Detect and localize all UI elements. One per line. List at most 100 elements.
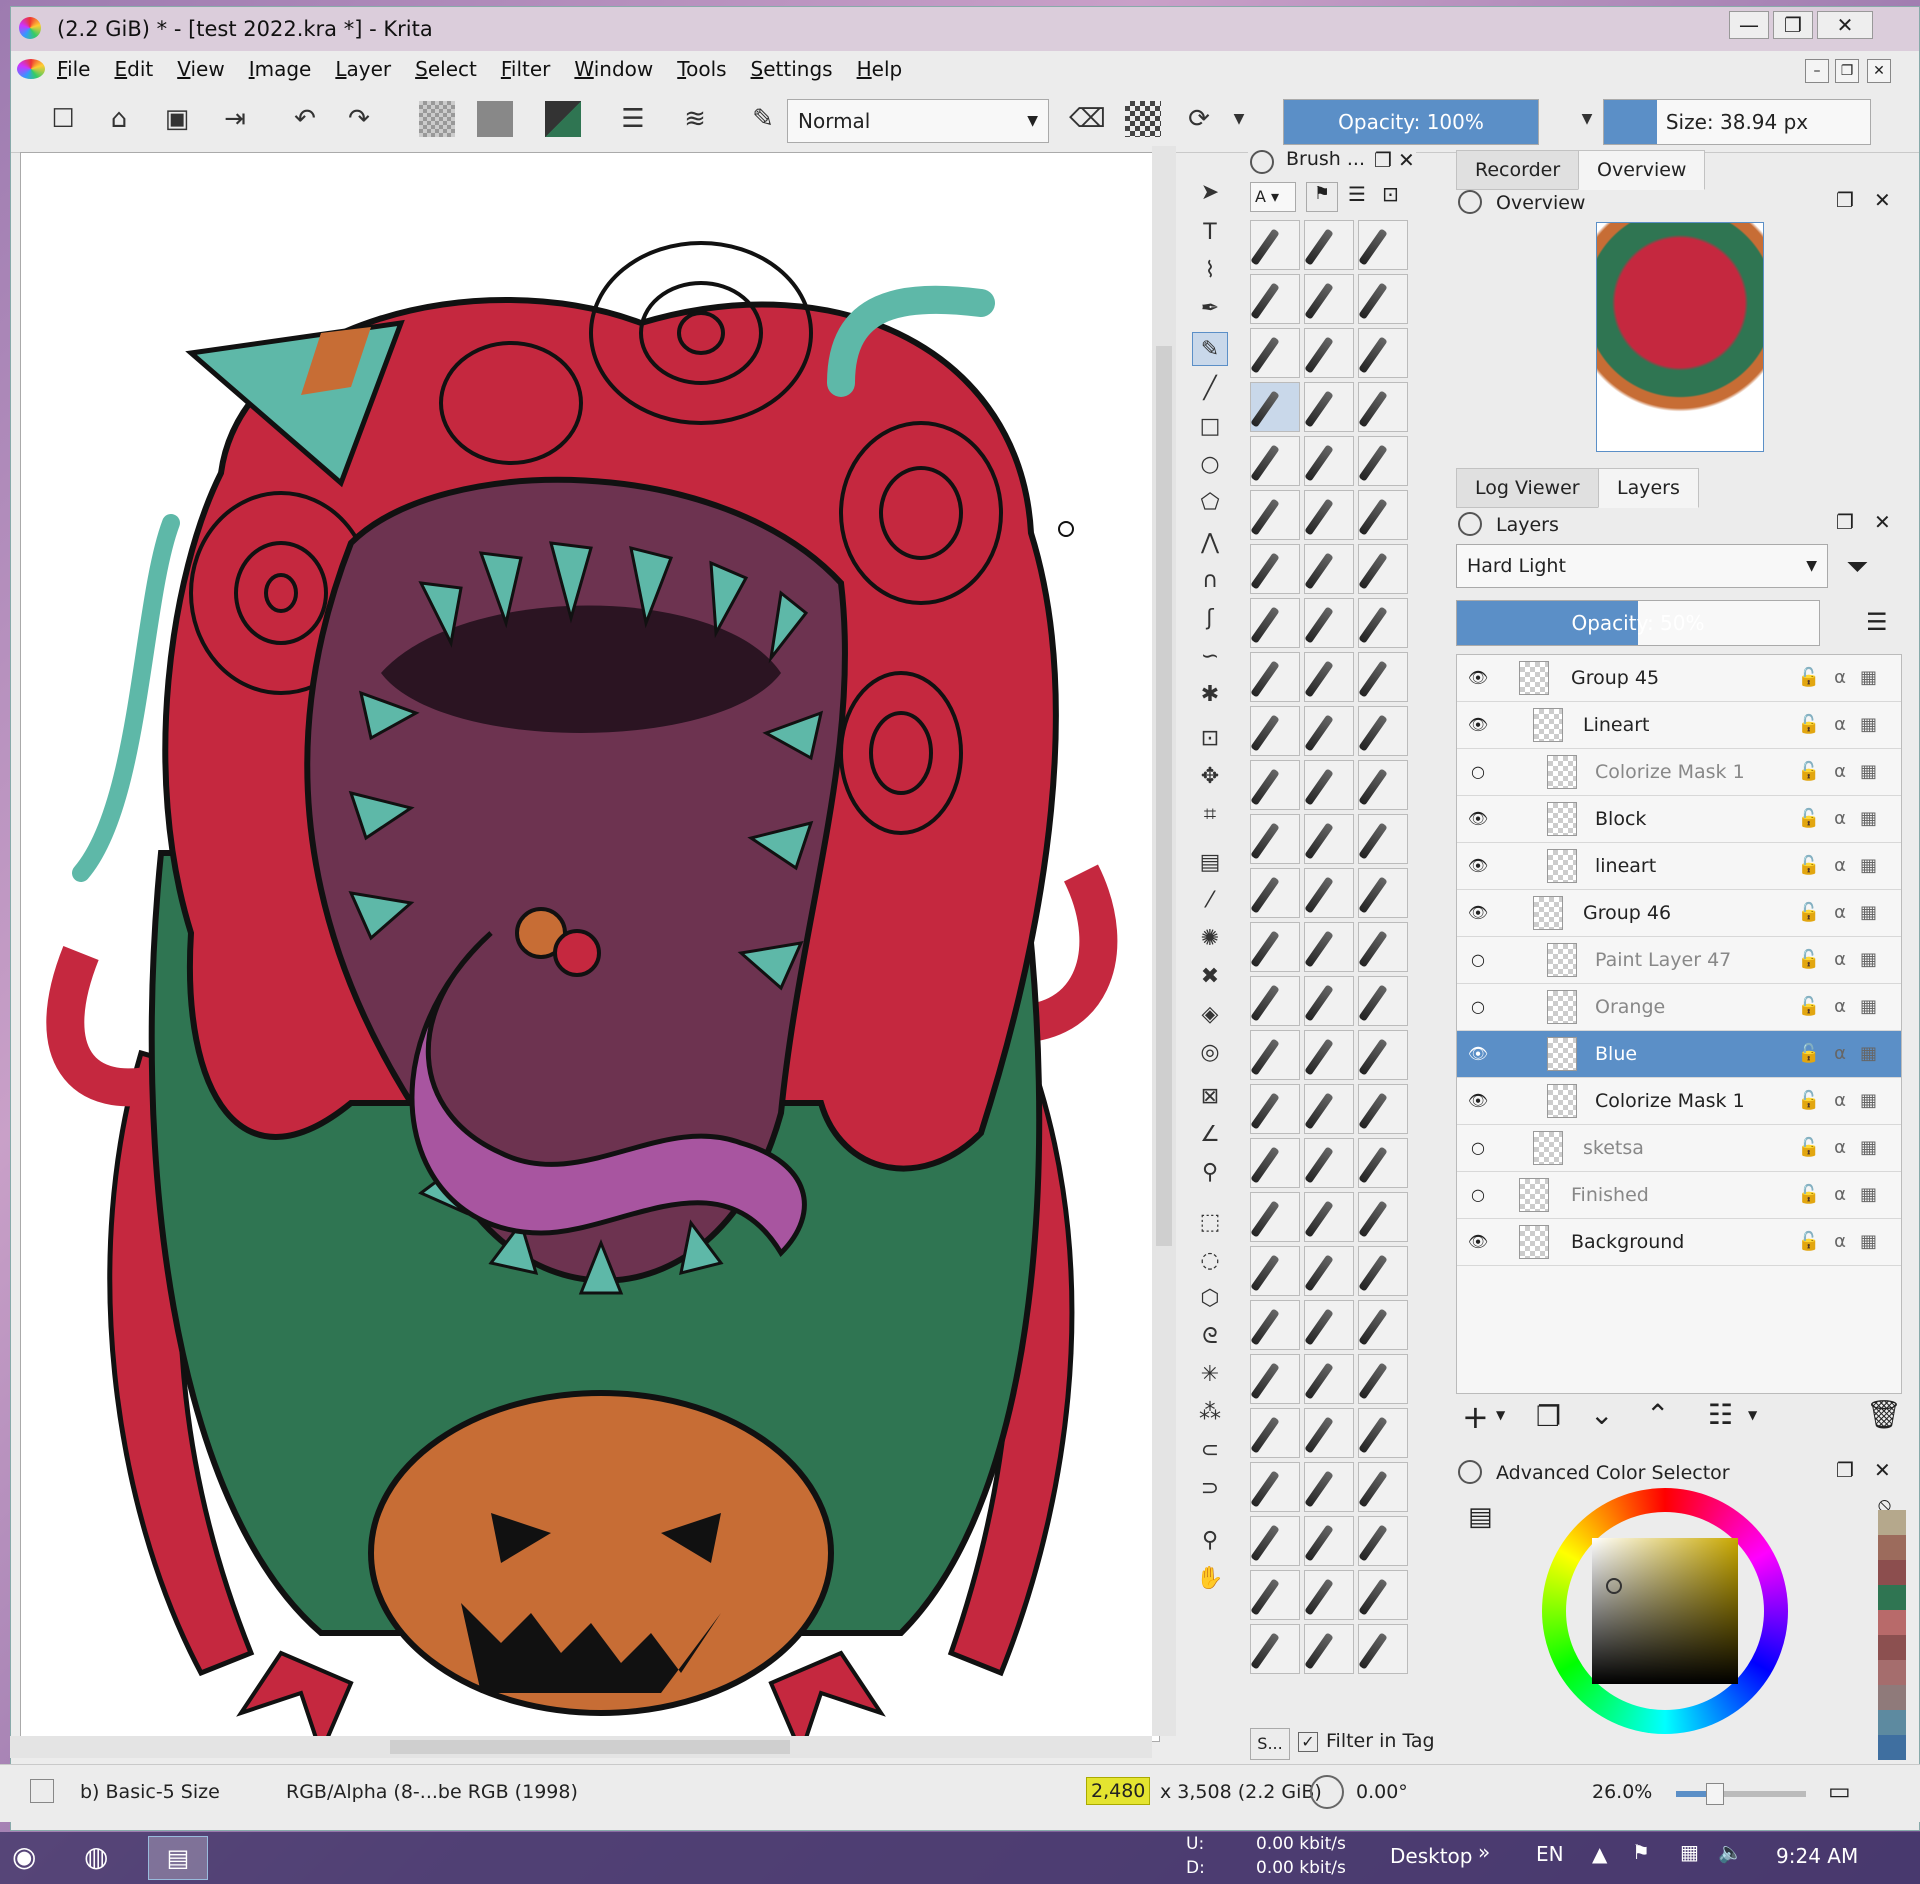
brush-preset[interactable]	[1358, 868, 1408, 918]
gradient-tool-icon[interactable]: ▤	[1192, 846, 1228, 880]
brush-preset[interactable]	[1358, 1300, 1408, 1350]
new-document-icon[interactable]: ☐	[45, 101, 81, 137]
layer-row[interactable]: ○ sketsa 🔓α▦	[1457, 1125, 1901, 1172]
layers-float-icon[interactable]: ❐	[1836, 510, 1854, 534]
select-shapes-icon[interactable]: ➤	[1192, 176, 1228, 210]
layer-row[interactable]: ○ Paint Layer 47 🔓α▦	[1457, 937, 1901, 984]
brush-preset[interactable]	[1304, 1138, 1354, 1188]
brush-preset[interactable]	[1304, 1030, 1354, 1080]
layer-lock-alpha-icons[interactable]: 🔓α▦	[1798, 890, 1891, 936]
brush-preset[interactable]	[1304, 1570, 1354, 1620]
color-history-swatch[interactable]	[1878, 1560, 1906, 1585]
color-history-swatch[interactable]	[1878, 1710, 1906, 1735]
tray-expand-icon[interactable]: ▲	[1592, 1842, 1607, 1866]
brush-preset[interactable]	[1250, 976, 1300, 1026]
lock-icon[interactable]	[1250, 150, 1274, 174]
rotation-icon[interactable]	[1310, 1775, 1344, 1809]
layer-lock-alpha-icons[interactable]: 🔓α▦	[1798, 1078, 1891, 1124]
layer-row[interactable]: 👁 lineart 🔓α▦	[1457, 843, 1901, 890]
tag-selector[interactable]: A ▾	[1250, 182, 1296, 212]
layer-lock-alpha-icons[interactable]: 🔓α▦	[1798, 1172, 1891, 1218]
layer-lock-alpha-icons[interactable]: 🔓α▦	[1798, 1125, 1891, 1171]
color-lock-icon[interactable]	[1458, 1460, 1482, 1484]
brush-preset[interactable]	[1304, 1408, 1354, 1458]
menu-file[interactable]: File	[45, 57, 102, 81]
brush-preset[interactable]	[1250, 1138, 1300, 1188]
fit-screen-icon[interactable]: ▭	[1828, 1777, 1851, 1805]
dynamic-brush-icon[interactable]: ∽	[1192, 640, 1228, 674]
layers-lock-icon[interactable]	[1458, 512, 1482, 536]
menu-help[interactable]: Help	[845, 57, 915, 81]
menu-edit[interactable]: Edit	[102, 57, 165, 81]
contiguous-select-icon[interactable]: ✳	[1192, 1358, 1228, 1392]
pan-tool-icon[interactable]: ✋	[1192, 1562, 1228, 1596]
menu-layer[interactable]: Layer	[323, 57, 403, 81]
reload-preset-icon[interactable]: ⟳	[1181, 101, 1217, 137]
freehand-select-icon[interactable]: ᘓ	[1192, 1320, 1228, 1354]
close-dock-icon[interactable]: ✕	[1398, 148, 1415, 172]
search-field[interactable]: S...	[1250, 1728, 1290, 1760]
color-history-swatch[interactable]	[1878, 1535, 1906, 1560]
brush-preset[interactable]	[1358, 814, 1408, 864]
brush-preset[interactable]	[1304, 328, 1354, 378]
overview-close-icon[interactable]: ✕	[1874, 188, 1891, 212]
layer-lock-alpha-icons[interactable]: 🔓α▦	[1798, 702, 1891, 748]
assistant-tool-icon[interactable]: ⊠	[1192, 1080, 1228, 1114]
layer-row[interactable]: 👁 Group 45 🔓α▦	[1457, 655, 1901, 702]
language-indicator[interactable]: EN	[1536, 1842, 1564, 1866]
canvas[interactable]	[20, 152, 1160, 1742]
color-history-swatch[interactable]	[1878, 1685, 1906, 1710]
ellipse-select-icon[interactable]: ◌	[1192, 1244, 1228, 1278]
smart-patch-icon[interactable]: ✖	[1192, 960, 1228, 994]
menu-image[interactable]: Image	[237, 57, 324, 81]
measure-tool-icon[interactable]: ∠	[1192, 1118, 1228, 1152]
color-history-swatch[interactable]	[1878, 1585, 1906, 1610]
brush-preset[interactable]	[1358, 544, 1408, 594]
brush-preset[interactable]	[1250, 274, 1300, 324]
mirror-dropdown-icon[interactable]: ▼	[1221, 101, 1257, 137]
similar-select-icon[interactable]: ⁂	[1192, 1396, 1228, 1430]
brush-preset[interactable]	[1250, 706, 1300, 756]
start-icon[interactable]: ◉	[12, 1840, 36, 1873]
overview-thumbnail[interactable]	[1596, 222, 1764, 452]
eye-icon[interactable]: 👁	[1467, 808, 1489, 830]
tab-layers[interactable]: Layers	[1598, 468, 1699, 508]
delete-layer-icon[interactable]: 🗑	[1866, 1398, 1902, 1431]
duplicate-layer-icon[interactable]: ❐	[1536, 1400, 1561, 1433]
flag-icon[interactable]: ⚑	[1632, 1840, 1650, 1864]
properties-dropdown-icon[interactable]: ▼	[1748, 1408, 1757, 1422]
brush-preset[interactable]	[1250, 652, 1300, 702]
layer-lock-alpha-icons[interactable]: 🔓α▦	[1798, 937, 1891, 983]
move-layer-up-icon[interactable]: ⌃	[1646, 1398, 1669, 1431]
brush-preset[interactable]	[1358, 922, 1408, 972]
close-button[interactable]: ✕	[1817, 11, 1873, 39]
brush-preset[interactable]	[1358, 1516, 1408, 1566]
zoom-slider[interactable]	[1676, 1783, 1806, 1805]
network-icon[interactable]: ▦	[1680, 1840, 1699, 1864]
eye-hidden-icon[interactable]: ○	[1467, 761, 1489, 783]
brush-preset[interactable]	[1250, 1354, 1300, 1404]
layer-lock-alpha-icons[interactable]: 🔓α▦	[1798, 1031, 1891, 1077]
brush-preset[interactable]	[1304, 490, 1354, 540]
brush-preset[interactable]	[1304, 544, 1354, 594]
move-layer-down-icon[interactable]: ⌄	[1590, 1398, 1613, 1431]
brush-preset[interactable]	[1250, 328, 1300, 378]
brush-preset[interactable]	[1358, 382, 1408, 432]
brush-preset[interactable]	[1358, 490, 1408, 540]
filter-icon[interactable]: ⏷	[1846, 550, 1868, 584]
brush-preset[interactable]	[1304, 868, 1354, 918]
color-float-icon[interactable]: ❐	[1836, 1458, 1854, 1482]
layer-row[interactable]: ○ Orange 🔓α▦	[1457, 984, 1901, 1031]
redo-icon[interactable]: ↷	[341, 101, 377, 137]
brush-preset[interactable]	[1250, 382, 1300, 432]
polygon-tool-icon[interactable]: ⬠	[1192, 486, 1228, 520]
brush-editor-icon[interactable]: ✎	[745, 101, 781, 137]
layer-row[interactable]: 👁 Background 🔓α▦	[1457, 1219, 1901, 1266]
brush-preset[interactable]	[1250, 1084, 1300, 1134]
brush-preset[interactable]	[1304, 1246, 1354, 1296]
color-close-icon[interactable]: ✕	[1874, 1458, 1891, 1482]
brush-preset[interactable]	[1358, 760, 1408, 810]
layer-row[interactable]: ○ Colorize Mask 1 🔓α▦	[1457, 749, 1901, 796]
preserve-alpha-icon[interactable]	[1125, 101, 1161, 137]
layer-lock-alpha-icons[interactable]: 🔓α▦	[1798, 984, 1891, 1030]
